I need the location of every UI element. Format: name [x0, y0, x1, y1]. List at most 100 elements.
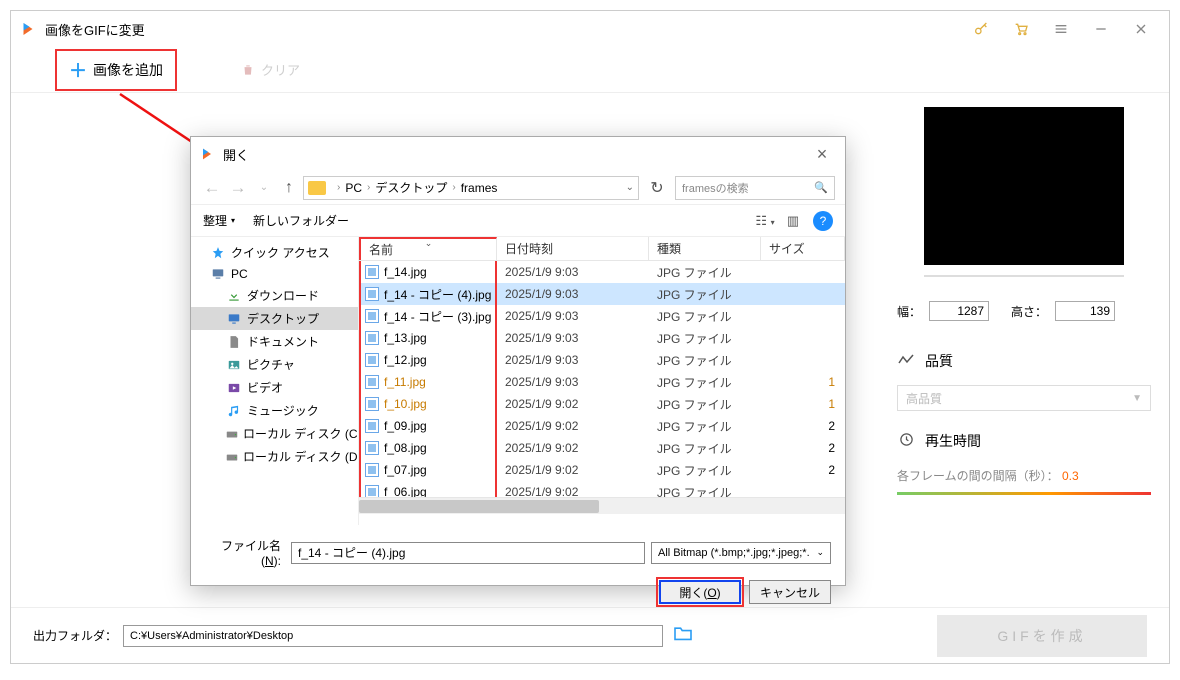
nav-recent-button[interactable]: ⌄: [253, 182, 275, 193]
height-input[interactable]: [1055, 301, 1115, 321]
file-row[interactable]: f_09.jpg2025/1/9 9:02JPG ファイル2: [359, 415, 845, 437]
tree-item[interactable]: ドキュメント: [191, 330, 358, 353]
add-image-button[interactable]: ＋ 画像を追加: [55, 49, 177, 91]
column-date[interactable]: 日付時刻: [497, 237, 649, 260]
open-button[interactable]: 開く(O): [659, 580, 741, 604]
organize-menu[interactable]: 整理▾: [203, 212, 235, 229]
dialog-nav: ← → ⌄ ↑ › PC › デスクトップ › frames ⌄ ↻ frame…: [191, 171, 845, 205]
file-row[interactable]: f_14 - コピー (4).jpg2025/1/9 9:03JPG ファイル: [359, 283, 845, 305]
plus-icon: ＋: [69, 57, 87, 83]
clock-icon: [897, 432, 915, 450]
tree-item[interactable]: ローカル ディスク (C: [191, 422, 358, 445]
playtime-section: 再生時間: [879, 421, 1169, 461]
file-row[interactable]: f_12.jpg2025/1/9 9:03JPG ファイル: [359, 349, 845, 371]
filename-label: ファイル名(N):: [205, 537, 281, 568]
search-placeholder: framesの検索: [682, 180, 749, 196]
file-open-dialog: 開く × ← → ⌄ ↑ › PC › デスクトップ › frames ⌄ ↻ …: [190, 136, 846, 586]
tree-item[interactable]: ローカル ディスク (D: [191, 445, 358, 468]
minimize-button[interactable]: [1081, 11, 1121, 47]
tree-item[interactable]: ミュージック: [191, 399, 358, 422]
key-icon[interactable]: [961, 11, 1001, 47]
dialog-titlebar: 開く ×: [191, 137, 845, 171]
help-button[interactable]: ?: [813, 211, 833, 231]
make-gif-label: GIFを作成: [997, 626, 1086, 646]
interval-slider[interactable]: [897, 492, 1151, 495]
file-row[interactable]: f_13.jpg2025/1/9 9:03JPG ファイル: [359, 327, 845, 349]
filetype-value: All Bitmap (*.bmp;*.jpg;*.jpeg;*.: [658, 547, 810, 559]
width-label: 幅：: [897, 303, 921, 320]
quality-select[interactable]: 高品質 ▼: [897, 385, 1151, 411]
make-gif-button[interactable]: GIFを作成: [937, 615, 1147, 657]
crumb-2[interactable]: frames: [461, 181, 498, 195]
interval-value: 0.3: [1062, 469, 1079, 483]
breadcrumb-bar[interactable]: › PC › デスクトップ › frames ⌄: [303, 176, 639, 200]
file-row[interactable]: f_10.jpg2025/1/9 9:02JPG ファイル1: [359, 393, 845, 415]
file-row[interactable]: f_14.jpg2025/1/9 9:03JPG ファイル: [359, 261, 845, 283]
tree-item[interactable]: PC: [191, 264, 358, 284]
cart-icon[interactable]: [1001, 11, 1041, 47]
quality-value: 高品質: [906, 390, 942, 407]
filename-input[interactable]: [291, 542, 645, 564]
width-input[interactable]: [929, 301, 989, 321]
sort-desc-icon: ⌄: [425, 238, 433, 249]
output-folder-input[interactable]: [123, 625, 663, 647]
clear-button[interactable]: クリア: [241, 60, 300, 79]
column-type[interactable]: 種類: [649, 237, 761, 260]
desktop-icon: [225, 312, 243, 326]
clear-label: クリア: [261, 60, 300, 79]
cancel-button[interactable]: キャンセル: [749, 580, 831, 604]
refresh-button[interactable]: ↻: [643, 178, 671, 198]
folder-tree[interactable]: クイック アクセスPCダウンロードデスクトップドキュメントピクチャビデオミュージ…: [191, 237, 359, 525]
preview-box: [924, 107, 1124, 265]
column-size[interactable]: サイズ: [761, 237, 845, 260]
folder-icon: [308, 181, 326, 195]
tree-item[interactable]: ダウンロード: [191, 284, 358, 307]
disk-icon: [225, 427, 239, 441]
view-options-button[interactable]: ☷ ▾: [751, 213, 779, 229]
file-row[interactable]: f_07.jpg2025/1/9 9:02JPG ファイル2: [359, 459, 845, 481]
dialog-title: 開く: [223, 145, 249, 164]
horizontal-scrollbar[interactable]: [359, 497, 845, 514]
scrollbar-thumb[interactable]: [359, 500, 599, 513]
add-image-label: 画像を追加: [93, 60, 163, 80]
chevron-down-icon: ▼: [1132, 393, 1142, 404]
crumb-0[interactable]: PC: [345, 181, 362, 195]
file-icon: [365, 353, 379, 367]
dialog-logo-icon: [199, 146, 215, 162]
preview-underline: [924, 275, 1124, 277]
nav-up-button[interactable]: ↑: [279, 179, 299, 197]
file-icon: [365, 309, 379, 323]
menu-icon[interactable]: [1041, 11, 1081, 47]
preview-pane-button[interactable]: ▥: [779, 213, 807, 229]
tree-item[interactable]: ピクチャ: [191, 353, 358, 376]
chevron-down-icon[interactable]: ⌄: [626, 182, 634, 193]
dialog-close-button[interactable]: ×: [807, 144, 837, 165]
close-button[interactable]: [1121, 11, 1161, 47]
height-label: 高さ：: [1011, 303, 1047, 320]
nav-back-button[interactable]: ←: [201, 178, 223, 198]
search-icon: 🔍: [814, 181, 828, 194]
toolbar: ＋ 画像を追加 クリア: [11, 47, 1169, 93]
column-name[interactable]: 名前⌄: [359, 237, 497, 260]
pic-icon: [225, 358, 243, 372]
file-row[interactable]: f_08.jpg2025/1/9 9:02JPG ファイル2: [359, 437, 845, 459]
nav-forward-button[interactable]: →: [227, 178, 249, 198]
file-icon: [365, 463, 379, 477]
file-icon: [365, 397, 379, 411]
search-input[interactable]: framesの検索 🔍: [675, 176, 835, 200]
trash-icon: [241, 63, 255, 77]
filetype-select[interactable]: All Bitmap (*.bmp;*.jpg;*.jpeg;*.⌄: [651, 542, 831, 564]
browse-folder-button[interactable]: [673, 625, 697, 646]
file-rows[interactable]: f_14.jpg2025/1/9 9:03JPG ファイルf_14 - コピー …: [359, 261, 845, 497]
tree-item[interactable]: クイック アクセス: [191, 241, 358, 264]
crumb-1[interactable]: デスクトップ: [375, 179, 447, 196]
tree-item[interactable]: デスクトップ: [191, 307, 358, 330]
file-icon: [365, 441, 379, 455]
file-row[interactable]: f_06.jpg2025/1/9 9:02JPG ファイル: [359, 481, 845, 497]
file-row[interactable]: f_11.jpg2025/1/9 9:03JPG ファイル1: [359, 371, 845, 393]
new-folder-button[interactable]: 新しいフォルダー: [253, 212, 349, 229]
star-icon: [209, 246, 227, 260]
tree-item[interactable]: ビデオ: [191, 376, 358, 399]
playtime-label: 再生時間: [925, 431, 981, 451]
file-row[interactable]: f_14 - コピー (3).jpg2025/1/9 9:03JPG ファイル: [359, 305, 845, 327]
